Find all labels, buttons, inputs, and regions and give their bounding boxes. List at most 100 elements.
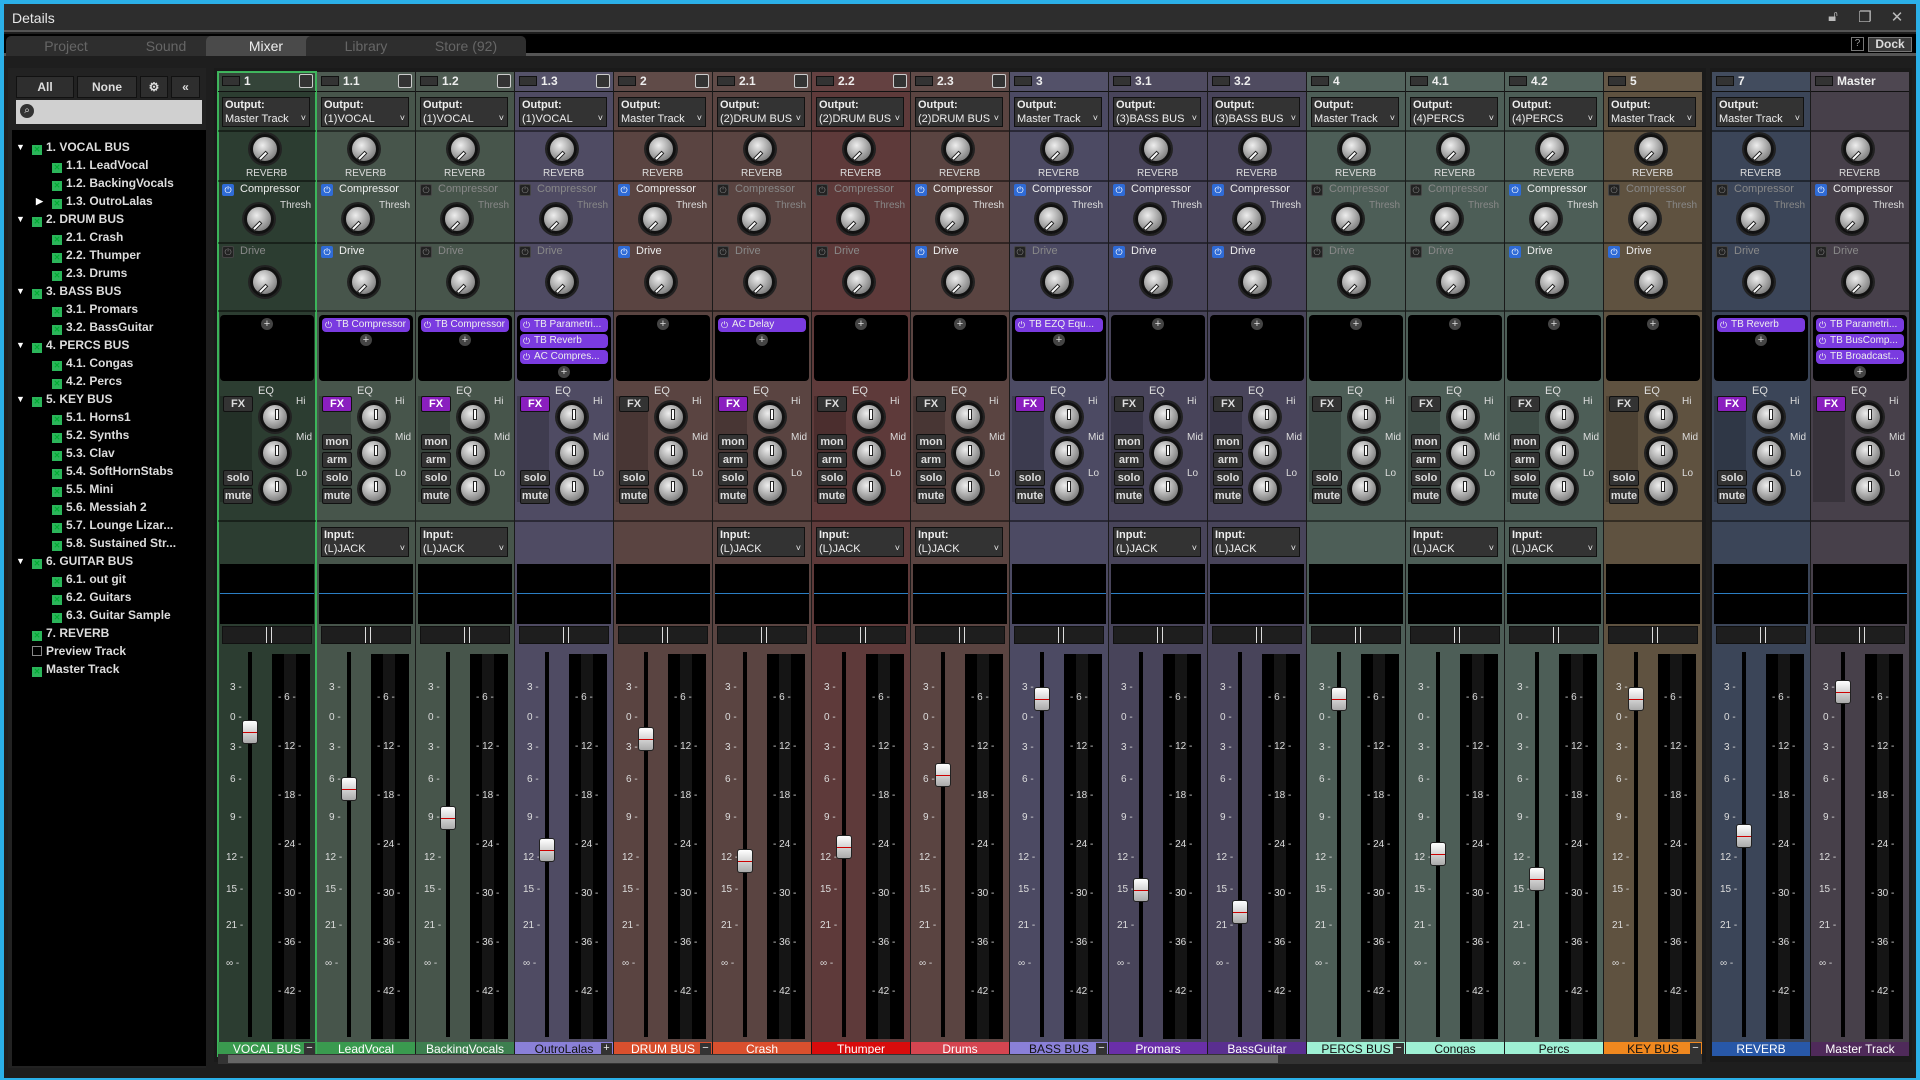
solo-button[interactable]: solo	[718, 470, 748, 486]
pan-slider[interactable]	[618, 626, 708, 644]
fx-toggle-button[interactable]: FX	[916, 396, 946, 412]
output-select[interactable]: Output: (4)PERCS ˅	[1509, 97, 1597, 127]
compressor-power-toggle[interactable]: ⏻	[1113, 184, 1125, 196]
drive-knob[interactable]	[1744, 267, 1774, 297]
compressor-threshold-knob[interactable]	[442, 204, 472, 234]
arm-button[interactable]: arm	[817, 452, 847, 468]
solo-button[interactable]: solo	[1609, 470, 1639, 486]
arm-button[interactable]: arm	[1510, 452, 1540, 468]
volume-fader[interactable]	[1529, 867, 1545, 892]
eq-lo-knob[interactable]	[260, 474, 290, 504]
help-button[interactable]: ?	[1851, 37, 1864, 51]
monitor-button[interactable]: mon	[817, 434, 847, 450]
solo-button[interactable]: solo	[1411, 470, 1441, 486]
dock-button[interactable]: Dock	[1868, 37, 1912, 52]
visibility-checkbox[interactable]: ✕	[32, 559, 42, 569]
output-select[interactable]: Output: Master Track ˅	[1716, 97, 1804, 127]
reverb-send-knob[interactable]	[646, 134, 676, 164]
eq-mid-knob[interactable]	[1754, 438, 1784, 468]
eq-hi-knob[interactable]	[953, 402, 983, 432]
fx-toggle-button[interactable]: FX	[421, 396, 451, 412]
horizontal-scrollbar[interactable]	[218, 1054, 1702, 1064]
visibility-checkbox[interactable]: ✕	[52, 613, 62, 623]
reverb-send-knob[interactable]	[943, 134, 973, 164]
compressor-threshold-knob[interactable]	[1837, 204, 1867, 234]
plugin-slot[interactable]: TB Compressor	[322, 318, 410, 332]
reverb-send-knob[interactable]	[1339, 134, 1369, 164]
eq-hi-knob[interactable]	[1646, 402, 1676, 432]
solo-button[interactable]: solo	[1015, 470, 1045, 486]
close-icon[interactable]: ✕	[1886, 8, 1908, 26]
fx-toggle-button[interactable]: FX	[1816, 396, 1846, 412]
volume-fader[interactable]	[341, 777, 357, 802]
tree-item[interactable]: ✕ 5.3. Clav	[52, 444, 115, 462]
mute-button[interactable]: mute	[1411, 488, 1441, 504]
pan-slider[interactable]	[1311, 626, 1401, 644]
volume-fader[interactable]	[1430, 842, 1446, 866]
visibility-checkbox[interactable]: ✕	[52, 271, 62, 281]
eq-hi-knob[interactable]	[557, 402, 587, 432]
monitor-button[interactable]: mon	[421, 434, 451, 450]
visibility-checkbox[interactable]: ✕	[52, 487, 62, 497]
tree-item[interactable]: ▼ ✕ 5. KEY BUS	[16, 390, 112, 408]
drive-power-toggle[interactable]: ⏻	[1410, 246, 1422, 258]
input-select[interactable]: Input: (L)JACK ˅	[420, 527, 508, 557]
solo-button[interactable]: solo	[1312, 470, 1342, 486]
eq-lo-knob[interactable]	[458, 474, 488, 504]
compressor-threshold-knob[interactable]	[640, 204, 670, 234]
mute-button[interactable]: mute	[1510, 488, 1540, 504]
eq-hi-knob[interactable]	[1448, 402, 1478, 432]
pan-slider[interactable]	[816, 626, 906, 644]
solo-button[interactable]: solo	[322, 470, 352, 486]
drive-power-toggle[interactable]: ⏻	[222, 246, 234, 258]
visibility-checkbox[interactable]: ✕	[52, 577, 62, 587]
fx-toggle-button[interactable]: FX	[817, 396, 847, 412]
compressor-power-toggle[interactable]: ⏻	[1608, 184, 1620, 196]
output-select[interactable]: Output: (1)VOCAL ˅	[420, 97, 508, 127]
tab-store[interactable]: Store (92)	[406, 36, 526, 56]
tree-item[interactable]: ✕ 6.1. out git	[52, 570, 126, 588]
fx-toggle-button[interactable]: FX	[1312, 396, 1342, 412]
eq-lo-knob[interactable]	[1151, 474, 1181, 504]
input-select[interactable]: Input: (L)JACK ˅	[816, 527, 904, 557]
visibility-checkbox[interactable]: ✕	[52, 505, 62, 515]
fx-toggle-button[interactable]: FX	[718, 396, 748, 412]
mute-button[interactable]: mute	[1015, 488, 1045, 504]
output-select[interactable]: Output: (4)PERCS ˅	[1410, 97, 1498, 127]
add-plugin-button[interactable]: +	[459, 334, 471, 346]
fx-toggle-button[interactable]: FX	[1510, 396, 1540, 412]
tree-item[interactable]: ✕ 7. REVERB	[32, 624, 109, 642]
reverb-send-knob[interactable]	[448, 134, 478, 164]
visibility-checkbox[interactable]: ✕	[52, 235, 62, 245]
tree-item[interactable]: ▼ ✕ 4. PERCS BUS	[16, 336, 129, 354]
compressor-power-toggle[interactable]: ⏻	[1716, 184, 1728, 196]
reverb-send-knob[interactable]	[547, 134, 577, 164]
visibility-checkbox[interactable]: ✕	[52, 163, 62, 173]
compressor-power-toggle[interactable]: ⏻	[915, 184, 927, 196]
mute-button[interactable]: mute	[916, 488, 946, 504]
eq-lo-knob[interactable]	[557, 474, 587, 504]
tree-item[interactable]: ▼ ✕ 1. VOCAL BUS	[16, 138, 130, 156]
eq-hi-knob[interactable]	[458, 402, 488, 432]
fx-toggle-button[interactable]: FX	[1609, 396, 1639, 412]
add-plugin-button[interactable]: +	[360, 334, 372, 346]
mute-button[interactable]: mute	[520, 488, 550, 504]
visibility-checkbox[interactable]: ✕	[52, 451, 62, 461]
expand-editor-icon[interactable]	[398, 74, 412, 88]
tree-item[interactable]: ✕ 4.2. Percs	[52, 372, 122, 390]
eq-mid-knob[interactable]	[1448, 438, 1478, 468]
expand-down-icon[interactable]: ▼	[16, 552, 25, 570]
visibility-checkbox[interactable]: ✕	[52, 469, 62, 479]
drive-knob[interactable]	[1240, 267, 1270, 297]
mute-button[interactable]: mute	[1213, 488, 1243, 504]
eq-mid-knob[interactable]	[1151, 438, 1181, 468]
monitor-button[interactable]: mon	[1510, 434, 1540, 450]
scrollbar-thumb[interactable]	[228, 1055, 1278, 1063]
visibility-checkbox[interactable]: ✕	[52, 415, 62, 425]
mute-button[interactable]: mute	[322, 488, 352, 504]
expand-editor-icon[interactable]	[497, 74, 511, 88]
compressor-threshold-knob[interactable]	[1738, 204, 1768, 234]
compressor-power-toggle[interactable]: ⏻	[1311, 184, 1323, 196]
reverb-send-knob[interactable]	[1843, 134, 1873, 164]
tree-item[interactable]: ✕ 6.3. Guitar Sample	[52, 606, 171, 624]
